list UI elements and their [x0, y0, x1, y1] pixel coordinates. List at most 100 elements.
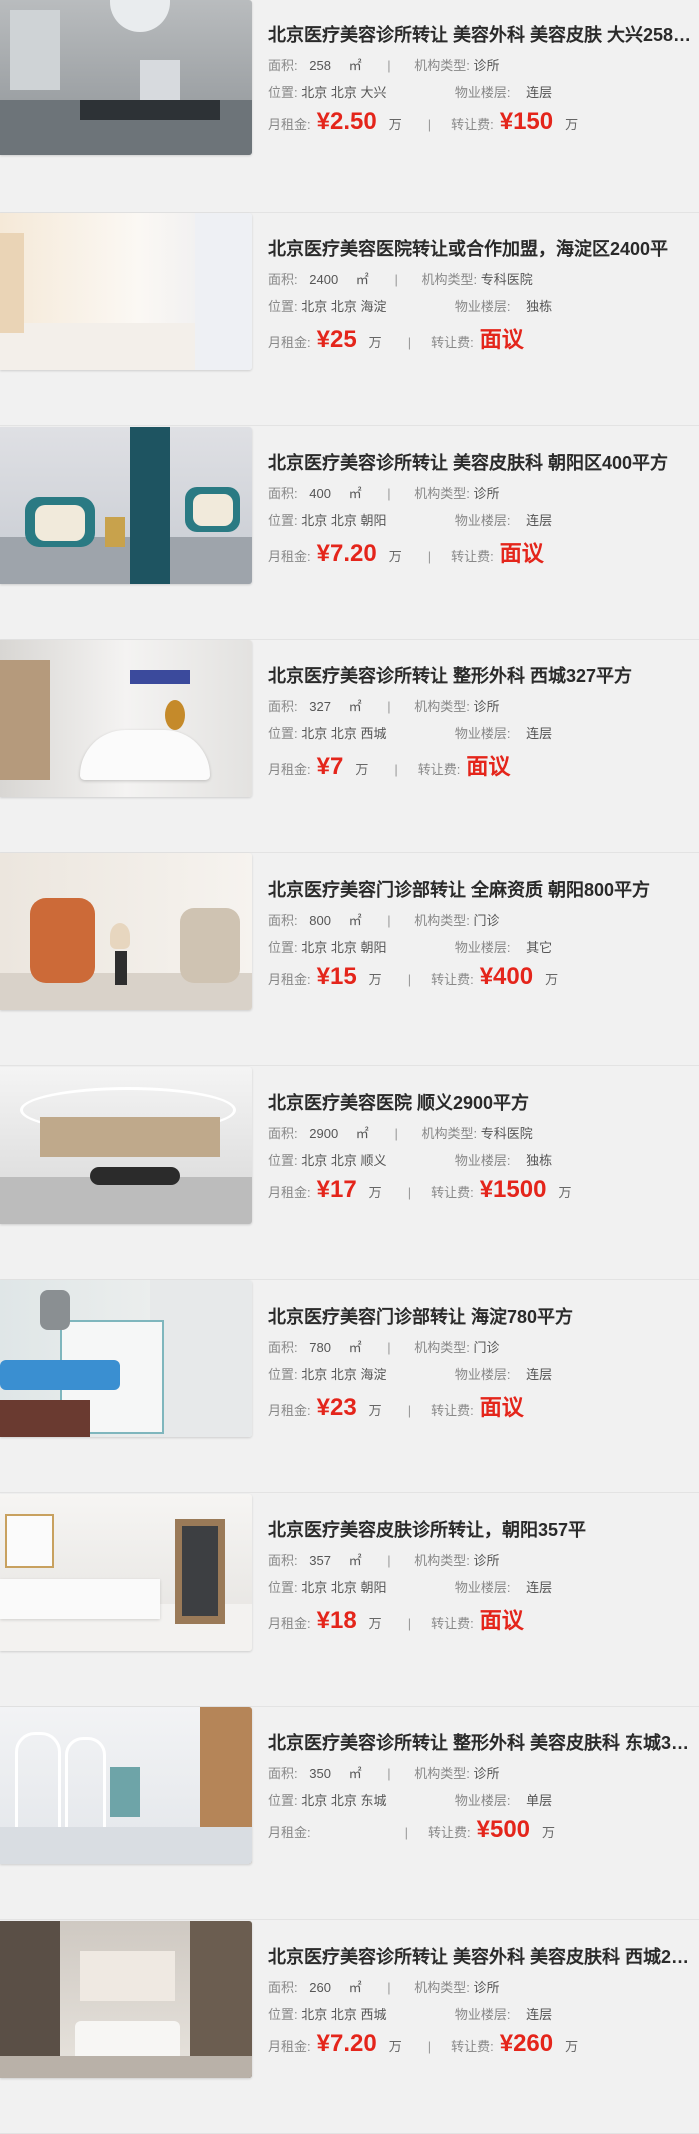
divider: | [407, 972, 412, 987]
location-value: 北京 北京 朝阳 [301, 940, 387, 955]
transfer-fee-value: 面议 [479, 1608, 524, 1633]
institution-type-value: 门诊 [473, 1340, 500, 1355]
listing-title[interactable]: 北京医疗美容皮肤诊所转让，朝阳357平 [268, 1517, 696, 1543]
floor-value: 其它 [526, 940, 553, 955]
location-floor-row: 位置: 北京 北京 大兴 物业楼层: 连层 [268, 84, 699, 102]
area-type-row: 面积: 357 ㎡ | 机构类型: 诊所 [268, 1552, 699, 1570]
area-unit: ㎡ [348, 58, 362, 73]
location-floor-row: 位置: 北京 北京 西城 物业楼层: 连层 [268, 725, 699, 743]
area-type-row: 面积: 260 ㎡ | 机构类型: 诊所 [268, 1979, 699, 1997]
divider: | [407, 1185, 412, 1200]
area-label: 面积: [268, 1766, 298, 1781]
monthly-rent-label: 月租金: [268, 117, 311, 132]
arched-corridor-photo[interactable] [0, 1707, 252, 1864]
listing-item[interactable]: 北京医疗美容诊所转让 美容外科 美容皮肤科 西城260平方 面积: 260 ㎡ … [0, 1921, 699, 2134]
monthly-rent-unit: 万 [388, 2039, 402, 2054]
listing-title[interactable]: 北京医疗美容门诊部转让 全麻资质 朝阳800平方 [268, 877, 696, 903]
floor-value: 连层 [526, 1580, 553, 1595]
listing-item[interactable]: 北京医疗美容诊所转让 整形外科 西城327平方 面积: 327 ㎡ | 机构类型… [0, 640, 699, 853]
listing-item[interactable]: 北京医疗美容医院转让或合作加盟，海淀区2400平 面积: 2400 ㎡ | 机构… [0, 213, 699, 426]
price-row: 月租金: ¥7 万 | 转让费: 面议 [268, 749, 699, 781]
floor-label: 物业楼层: [454, 940, 511, 955]
reception-desk-photo[interactable] [0, 640, 252, 797]
skin-clinic-reception-photo[interactable] [0, 1494, 252, 1651]
floor-value: 独栋 [526, 299, 553, 314]
institution-type-value: 专科医院 [480, 272, 533, 287]
monthly-rent-unit: 万 [355, 762, 369, 777]
price-row: 月租金: ¥23 万 | 转让费: 面议 [268, 1390, 699, 1422]
monthly-rent-label: 月租金: [268, 972, 311, 987]
location-floor-row: 位置: 北京 北京 西城 物业楼层: 连层 [268, 2006, 699, 2024]
area-value: 2900 [309, 1126, 339, 1141]
listing-item[interactable]: 北京医疗美容诊所转让 整形外科 美容皮肤科 东城350平方 面积: 350 ㎡ … [0, 1707, 699, 1920]
area-unit: ㎡ [348, 913, 362, 928]
transfer-fee-label: 转让费: [431, 1403, 474, 1418]
monthly-rent-label: 月租金: [268, 2039, 311, 2054]
area-value: 400 [309, 486, 331, 501]
divider: | [427, 549, 432, 564]
area-value: 800 [309, 913, 331, 928]
listing-title[interactable]: 北京医疗美容医院 顺义2900平方 [268, 1090, 696, 1116]
transfer-fee-unit: 万 [565, 117, 579, 132]
listing-item[interactable]: 北京医疗美容门诊部转让 全麻资质 朝阳800平方 面积: 800 ㎡ | 机构类… [0, 853, 699, 1066]
white-corridor-photo[interactable] [0, 213, 252, 370]
monthly-rent-unit: 万 [368, 972, 382, 987]
price-row: 月租金: | 转让费: ¥500 万 [268, 1816, 699, 1844]
monthly-rent-value: ¥15 [316, 963, 357, 990]
lounge-chairs-photo[interactable] [0, 427, 252, 584]
area-unit: ㎡ [348, 1553, 362, 1568]
listing-item[interactable]: 北京医疗美容诊所转让 美容外科 美容皮肤 大兴258平方 面积: 258 ㎡ |… [0, 0, 699, 213]
location-label: 位置: [268, 299, 298, 314]
divider: | [387, 1980, 391, 1995]
listing-item[interactable]: 北京医疗美容诊所转让 美容皮肤科 朝阳区400平方 面积: 400 ㎡ | 机构… [0, 427, 699, 640]
area-value: 780 [309, 1340, 331, 1355]
listing-item[interactable]: 北京医疗美容皮肤诊所转让，朝阳357平 面积: 357 ㎡ | 机构类型: 诊所… [0, 1494, 699, 1707]
location-value: 北京 北京 朝阳 [301, 1580, 387, 1595]
treatment-machine-photo[interactable] [0, 1280, 252, 1437]
listing-title[interactable]: 北京医疗美容诊所转让 美容外科 美容皮肤 大兴258平方 [268, 22, 696, 48]
monthly-rent-unit: 万 [368, 335, 382, 350]
lobby-photo[interactable] [0, 1921, 252, 2078]
area-label: 面积: [268, 1126, 298, 1141]
institution-type-value: 诊所 [473, 1553, 500, 1568]
transfer-fee-value: 面议 [479, 1395, 524, 1420]
listing-title[interactable]: 北京医疗美容诊所转让 美容皮肤科 朝阳区400平方 [268, 450, 696, 476]
area-value: 258 [309, 58, 331, 73]
floor-value: 独栋 [526, 1153, 553, 1168]
divider: | [394, 1126, 398, 1141]
price-row: 月租金: ¥2.50 万 | 转让费: ¥150 万 [268, 108, 699, 136]
monthly-rent-value: ¥7.20 [316, 2030, 377, 2057]
floor-label: 物业楼层: [454, 1153, 511, 1168]
listing-title[interactable]: 北京医疗美容门诊部转让 海淀780平方 [268, 1304, 696, 1330]
listing-info: 北京医疗美容医院转让或合作加盟，海淀区2400平 面积: 2400 ㎡ | 机构… [268, 236, 699, 354]
location-floor-row: 位置: 北京 北京 海淀 物业楼层: 连层 [268, 1366, 699, 1384]
transfer-fee-label: 转让费: [431, 972, 474, 987]
armchairs-photo[interactable] [0, 853, 252, 1010]
listing-title[interactable]: 北京医疗美容诊所转让 整形外科 西城327平方 [268, 663, 696, 689]
operating-room-photo[interactable] [0, 0, 252, 155]
listing-item[interactable]: 北京医疗美容门诊部转让 海淀780平方 面积: 780 ㎡ | 机构类型: 门诊… [0, 1280, 699, 1493]
listing-info: 北京医疗美容诊所转让 整形外科 西城327平方 面积: 327 ㎡ | 机构类型… [268, 663, 699, 781]
divider: | [387, 486, 391, 501]
price-row: 月租金: ¥15 万 | 转让费: ¥400 万 [268, 963, 699, 991]
hall-lighting-photo[interactable] [0, 1067, 252, 1224]
transfer-fee-value: 面议 [479, 327, 524, 352]
transfer-fee-unit: 万 [545, 972, 559, 987]
listing-title[interactable]: 北京医疗美容医院转让或合作加盟，海淀区2400平 [268, 236, 696, 262]
transfer-fee-value: ¥150 [499, 108, 554, 135]
location-floor-row: 位置: 北京 北京 东城 物业楼层: 单层 [268, 1792, 699, 1810]
divider: | [387, 58, 391, 73]
listing-title[interactable]: 北京医疗美容诊所转让 整形外科 美容皮肤科 东城350平方 [268, 1730, 696, 1756]
monthly-rent-unit: 万 [388, 117, 402, 132]
monthly-rent-label: 月租金: [268, 1403, 311, 1418]
transfer-fee-unit: 万 [565, 2039, 579, 2054]
divider: | [407, 1616, 412, 1631]
floor-label: 物业楼层: [454, 299, 511, 314]
area-value: 2400 [309, 272, 339, 287]
monthly-rent-value: ¥7.20 [316, 540, 377, 567]
price-row: 月租金: ¥7.20 万 | 转让费: 面议 [268, 536, 699, 568]
listing-title[interactable]: 北京医疗美容诊所转让 美容外科 美容皮肤科 西城260平方 [268, 1944, 696, 1970]
area-unit: ㎡ [348, 1980, 362, 1995]
listing-item[interactable]: 北京医疗美容医院 顺义2900平方 面积: 2900 ㎡ | 机构类型: 专科医… [0, 1067, 699, 1280]
institution-type-value: 诊所 [473, 1980, 500, 1995]
